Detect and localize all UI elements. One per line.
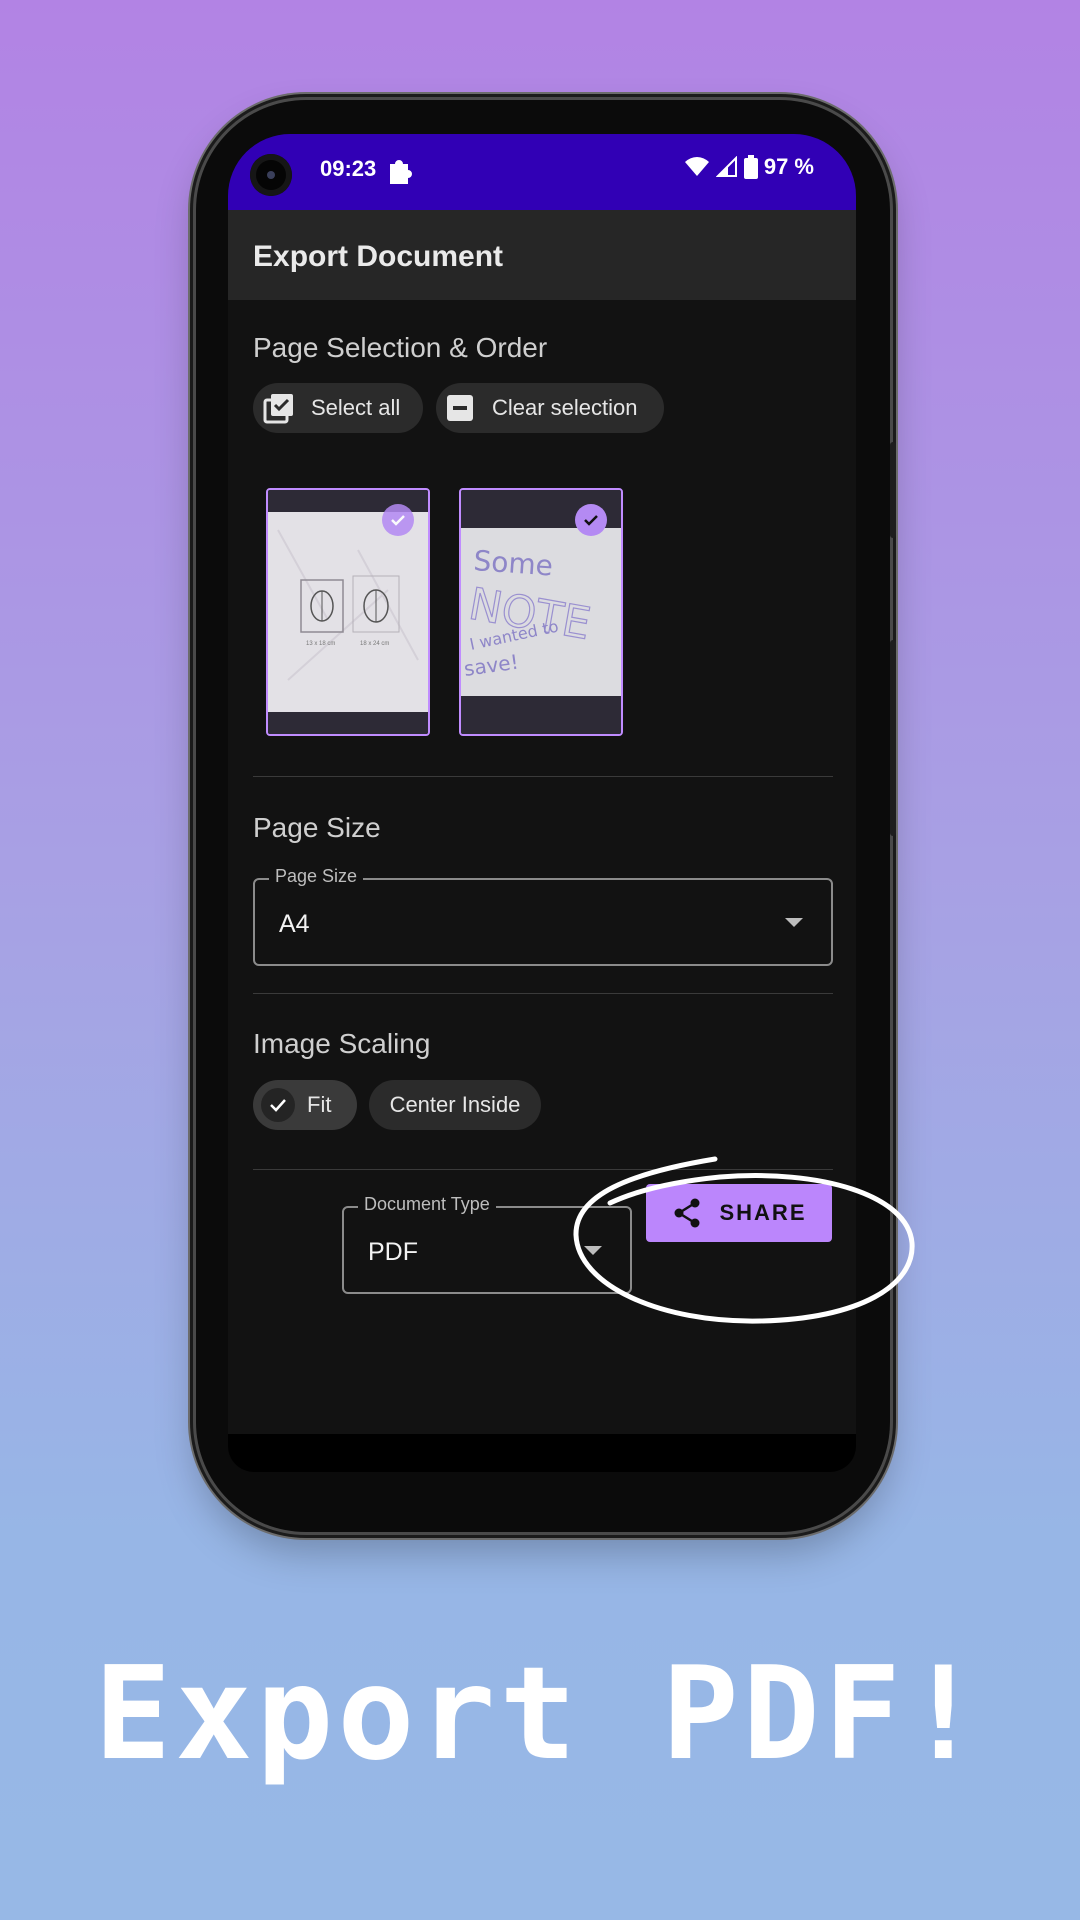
status-bar: 09:23 97 % xyxy=(228,134,856,210)
page-1-caption-left: 13 x 18 cm xyxy=(306,641,335,647)
page-size-dropdown[interactable]: Page Size A4 xyxy=(253,866,833,966)
check-icon xyxy=(261,1088,295,1122)
document-type-value: PDF xyxy=(368,1238,418,1266)
select-all-icon xyxy=(263,394,293,424)
page-thumbnail-1[interactable]: 13 x 18 cm 18 x 24 cm xyxy=(266,488,430,736)
highlight-circle-annotation xyxy=(573,1156,915,1324)
clear-selection-label: Clear selection xyxy=(492,395,638,420)
scaling-center-inside-label: Center Inside xyxy=(389,1092,521,1117)
scaling-fit-chip[interactable]: Fit xyxy=(253,1080,357,1130)
document-type-field-label: Document Type xyxy=(358,1194,496,1215)
page-1-caption-right: 18 x 24 cm xyxy=(360,641,389,647)
page-size-title: Page Size xyxy=(253,812,381,843)
check-circle-icon xyxy=(382,504,414,536)
battery-percent: 97 % xyxy=(763,154,814,179)
image-scaling-title: Image Scaling xyxy=(253,1028,431,1059)
note-line-1: Some xyxy=(473,544,555,582)
select-all-chip[interactable]: Select all xyxy=(253,383,423,433)
puzzle-icon xyxy=(390,160,412,184)
page-selection-title: Page Selection & Order xyxy=(253,332,548,363)
page-thumbnail-2[interactable]: Some NOTE I wanted to save! xyxy=(459,488,623,736)
volume-button xyxy=(890,640,896,836)
dropdown-arrow-icon xyxy=(785,918,803,927)
status-icons: 97 % xyxy=(684,154,814,180)
scaling-fit-label: Fit xyxy=(307,1092,332,1117)
signal-icon xyxy=(715,156,737,177)
deselect-icon xyxy=(447,395,473,421)
app-bar: Export Document xyxy=(228,210,856,300)
camera-icon xyxy=(250,154,292,196)
navigation-bar xyxy=(228,1434,856,1472)
page-title: Export Document xyxy=(253,240,504,273)
status-time: 09:23 xyxy=(320,156,377,181)
scaling-center-inside-chip[interactable]: Center Inside xyxy=(369,1080,541,1130)
promo-headline: Export PDF! xyxy=(94,1640,986,1789)
battery-icon xyxy=(743,155,758,179)
page-size-value: A4 xyxy=(279,910,310,938)
page-size-field-label: Page Size xyxy=(269,866,364,887)
divider xyxy=(253,993,833,994)
check-circle-icon xyxy=(575,504,607,536)
wifi-icon xyxy=(684,157,709,176)
clear-selection-chip[interactable]: Clear selection xyxy=(436,383,664,433)
divider xyxy=(253,776,833,777)
select-all-label: Select all xyxy=(311,395,401,420)
power-button xyxy=(890,442,896,538)
